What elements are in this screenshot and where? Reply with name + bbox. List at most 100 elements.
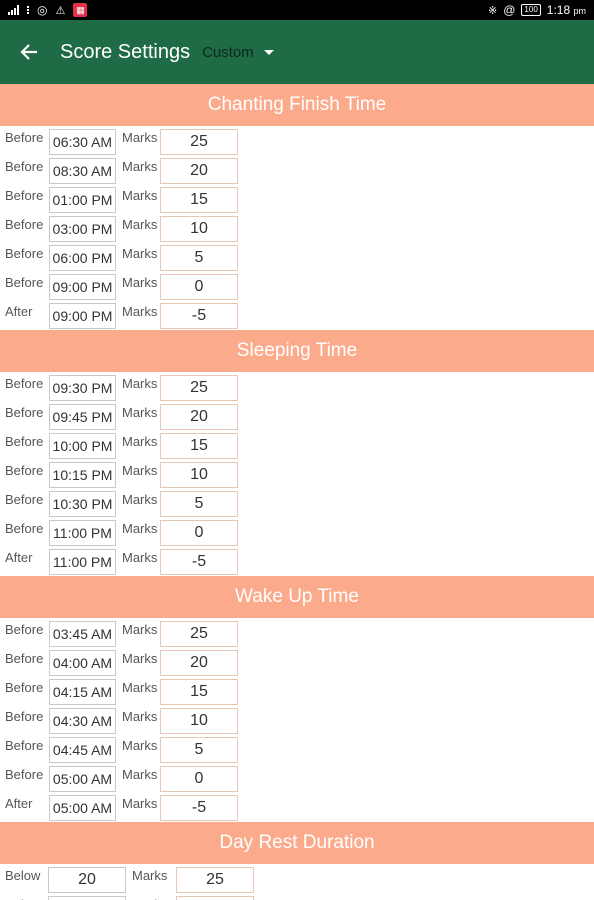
marks-input[interactable]: 25 xyxy=(160,128,238,155)
condition-label: Below xyxy=(5,868,41,883)
score-row: Before 03:00 PM Marks 10 xyxy=(0,214,594,243)
score-row: Before 04:15 AM Marks 15 xyxy=(0,677,594,706)
time-picker-field[interactable]: 08:30 AM xyxy=(49,157,116,184)
condition-label: Before xyxy=(5,709,44,724)
marks-input[interactable]: 20 xyxy=(160,157,238,184)
duration-input[interactable]: 20 xyxy=(48,866,126,893)
wifi-icon: ◎ xyxy=(37,3,48,17)
marks-label: Marks xyxy=(132,868,168,883)
condition-label: Below xyxy=(5,894,48,900)
score-row: Before 11:00 PM Marks 0 xyxy=(0,518,594,547)
marks-label: Marks xyxy=(122,434,158,449)
marks-input[interactable]: 20 xyxy=(160,649,238,676)
marks-input[interactable]: 20 xyxy=(176,895,254,900)
marks-input[interactable]: -5 xyxy=(160,302,238,329)
section-rows: Before 06:30 AM Marks 25 Before 08:30 AM Marks… xyxy=(0,126,594,330)
score-row: Before 08:30 AM Marks 20 xyxy=(0,156,594,185)
marks-label: Marks xyxy=(122,246,158,261)
marks-input[interactable]: -5 xyxy=(160,794,238,821)
time-picker-field[interactable]: 05:00 AM xyxy=(49,794,116,821)
time-picker-field[interactable]: 04:15 AM xyxy=(49,678,116,705)
section-header: Wake Up Time xyxy=(0,576,594,618)
section-header: Sleeping Time xyxy=(0,330,594,372)
marks-label: Marks xyxy=(122,767,158,782)
score-row: Before 09:00 PM Marks 0 xyxy=(0,272,594,301)
marks-input[interactable]: 15 xyxy=(160,678,238,705)
time-picker-field[interactable]: 03:00 PM xyxy=(49,215,116,242)
condition-label: Before xyxy=(5,521,44,536)
marks-input[interactable]: -5 xyxy=(160,548,238,575)
time-picker-field[interactable]: 10:30 PM xyxy=(49,490,116,517)
time-picker-field[interactable]: 09:00 PM xyxy=(49,273,116,300)
marks-label: Marks xyxy=(122,550,158,565)
marks-input[interactable]: 15 xyxy=(160,432,238,459)
marks-label: Marks xyxy=(122,463,158,478)
score-row: Before 06:00 PM Marks 5 xyxy=(0,243,594,272)
condition-label: Before xyxy=(5,651,44,666)
condition-label: Before xyxy=(5,376,44,391)
marks-label: Marks xyxy=(122,651,158,666)
bluetooth-icon: ※ xyxy=(488,4,498,17)
time-picker-field[interactable]: 09:00 PM xyxy=(49,302,116,329)
time-picker-field[interactable]: 01:00 PM xyxy=(49,186,116,213)
score-row: Before 04:00 AM Marks 20 xyxy=(0,648,594,677)
condition-label: Before xyxy=(5,130,44,145)
score-row: Below 20 Marks 25 xyxy=(0,865,594,894)
marks-label: Marks xyxy=(122,275,158,290)
marks-input[interactable]: 0 xyxy=(160,273,238,300)
time-picker-field[interactable]: 04:30 AM xyxy=(49,707,116,734)
marks-input[interactable]: 20 xyxy=(160,403,238,430)
time-picker-field[interactable]: 04:45 AM xyxy=(49,736,116,763)
score-row: Before 10:15 PM Marks 10 xyxy=(0,460,594,489)
marks-label: Marks xyxy=(122,709,158,724)
marks-label: Marks xyxy=(122,217,158,232)
chevron-down-icon xyxy=(263,49,274,55)
app-bar: Score Settings Custom xyxy=(0,20,594,84)
score-row: Before 05:00 AM Marks 0 xyxy=(0,764,594,793)
time-picker-field[interactable]: 06:30 AM xyxy=(49,128,116,155)
marks-input[interactable]: 0 xyxy=(160,519,238,546)
overflow-dots-icon xyxy=(27,6,29,14)
arrow-left-icon[interactable] xyxy=(18,41,40,63)
page-title: Score Settings xyxy=(60,40,191,63)
battery-icon: 100 xyxy=(521,4,541,16)
marks-input[interactable]: 10 xyxy=(160,461,238,488)
condition-label: Before xyxy=(5,622,44,637)
marks-input[interactable]: 10 xyxy=(160,215,238,242)
time-picker-field[interactable]: 09:45 PM xyxy=(49,403,116,430)
marks-input[interactable]: 25 xyxy=(160,374,238,401)
marks-input[interactable]: 25 xyxy=(176,866,254,893)
marks-input[interactable]: 10 xyxy=(160,707,238,734)
condition-label: After xyxy=(5,796,33,811)
mode-dropdown[interactable]: Custom xyxy=(202,44,274,61)
at-icon: @ xyxy=(503,3,516,17)
time-picker-field[interactable]: 05:00 AM xyxy=(49,765,116,792)
marks-input[interactable]: 5 xyxy=(160,490,238,517)
marks-input[interactable]: 5 xyxy=(160,244,238,271)
time-picker-field[interactable]: 11:00 PM xyxy=(49,519,116,546)
condition-label: Before xyxy=(5,217,44,232)
marks-input[interactable]: 5 xyxy=(160,736,238,763)
calendar-app-icon: ▦ xyxy=(73,3,88,17)
marks-label: Marks xyxy=(122,492,158,507)
condition-label: Before xyxy=(5,680,44,695)
score-row: Below30Marks20 xyxy=(0,894,594,900)
marks-label: Marks xyxy=(122,680,158,695)
time-picker-field[interactable]: 10:00 PM xyxy=(49,432,116,459)
time-picker-field[interactable]: 06:00 PM xyxy=(49,244,116,271)
time-picker-field[interactable]: 10:15 PM xyxy=(49,461,116,488)
marks-label: Marks xyxy=(122,622,158,637)
marks-label: Marks xyxy=(122,521,158,536)
score-row: Before 10:30 PM Marks 5 xyxy=(0,489,594,518)
marks-input[interactable]: 0 xyxy=(160,765,238,792)
time-picker-field[interactable]: 04:00 AM xyxy=(49,649,116,676)
time-picker-field[interactable]: 11:00 PM xyxy=(49,548,116,575)
marks-label: Marks xyxy=(122,304,158,319)
marks-input[interactable]: 25 xyxy=(160,620,238,647)
section-header: Day Rest Duration xyxy=(0,822,594,864)
time-picker-field[interactable]: 09:30 PM xyxy=(49,374,116,401)
condition-label: Before xyxy=(5,463,44,478)
time-picker-field[interactable]: 03:45 AM xyxy=(49,620,116,647)
duration-input[interactable]: 30 xyxy=(48,895,126,900)
marks-input[interactable]: 15 xyxy=(160,186,238,213)
